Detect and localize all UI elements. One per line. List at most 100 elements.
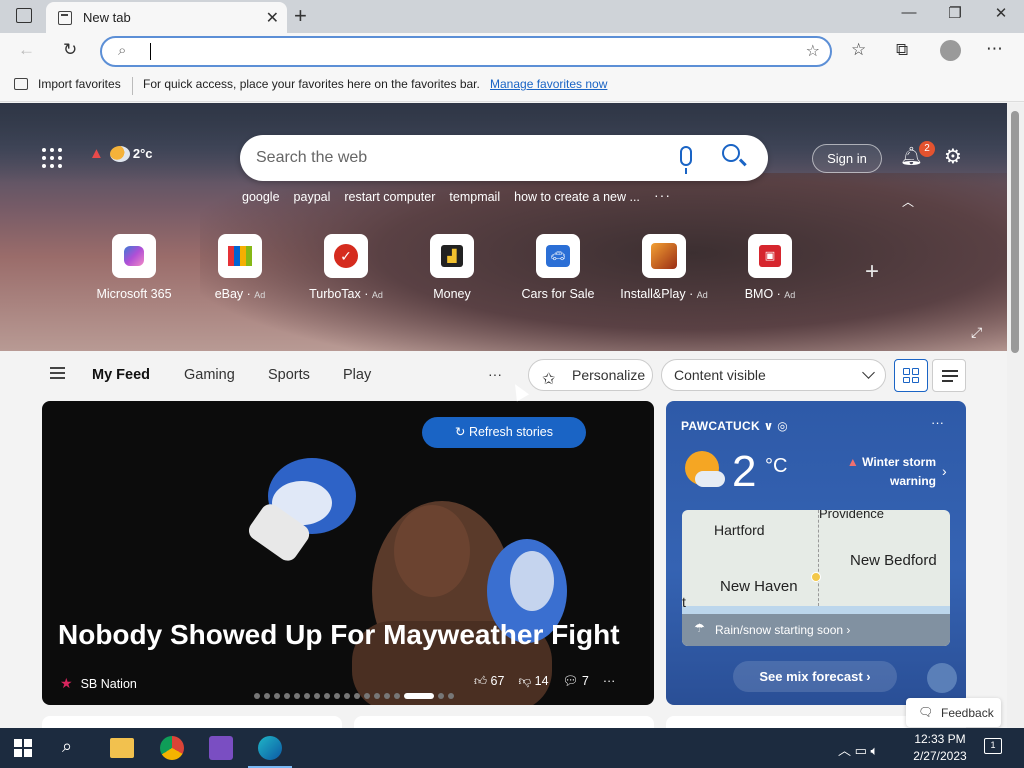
personalize-button[interactable]: ✩ Personalize bbox=[528, 359, 653, 391]
story-headline[interactable]: Nobody Showed Up For Mayweather Fight bbox=[58, 619, 620, 651]
quick-link-money[interactable]: ▟ Money bbox=[404, 234, 500, 301]
feedback-button[interactable]: 🗨︎ Feedback bbox=[906, 698, 1001, 727]
apps-launcher-icon[interactable] bbox=[42, 148, 62, 168]
story-more-icon[interactable]: ··· bbox=[603, 674, 616, 689]
comments-button[interactable]: 💬︎ 7 bbox=[563, 674, 589, 689]
weather-location[interactable]: PAWCATUCK ∨ ◎ bbox=[681, 419, 788, 433]
carousel-dot[interactable] bbox=[334, 693, 340, 699]
content-visibility-select[interactable]: Content visible bbox=[661, 359, 886, 391]
expand-icon[interactable]: ⤢ bbox=[971, 324, 982, 341]
chrome-icon[interactable] bbox=[160, 736, 184, 760]
favorites-icon[interactable]: ☆ bbox=[851, 40, 866, 60]
carousel-dot[interactable] bbox=[254, 693, 260, 699]
gear-icon[interactable]: ⚙ bbox=[944, 144, 962, 169]
carousel-dot[interactable] bbox=[374, 693, 380, 699]
carousel-indicator[interactable] bbox=[254, 693, 454, 699]
collections-icon[interactable]: ⧉ bbox=[896, 40, 908, 60]
manage-favorites-link[interactable]: Manage favorites now bbox=[490, 77, 607, 91]
add-site-icon[interactable]: + bbox=[865, 258, 879, 286]
weather-unit[interactable]: °C bbox=[765, 455, 787, 478]
quick-link-ebay[interactable]: eBay · Ad bbox=[192, 234, 288, 301]
trending-item[interactable]: paypal bbox=[294, 190, 331, 204]
precipitation-banner[interactable]: ☂ Rain/snow starting soon › bbox=[682, 614, 950, 646]
like-button[interactable]: 👍︎ 67 bbox=[474, 674, 504, 689]
import-favorites-button[interactable]: Import favorites bbox=[14, 77, 121, 91]
dislike-button[interactable]: 👎︎ 14 bbox=[518, 674, 548, 689]
trending-more-icon[interactable]: ··· bbox=[654, 187, 671, 203]
weather-thumbnail[interactable] bbox=[927, 663, 957, 693]
story-source[interactable]: ★ SB Nation bbox=[60, 675, 137, 692]
grid-layout-button[interactable] bbox=[894, 359, 928, 392]
top-story-card[interactable]: ↻ Refresh stories Nobody Showed Up For M… bbox=[42, 401, 654, 705]
tab-new-tab[interactable]: New tab ✕ bbox=[46, 2, 287, 33]
edge-icon[interactable] bbox=[258, 736, 282, 760]
quick-link-bmo[interactable]: ▣ BMO · Ad bbox=[722, 234, 818, 301]
sign-in-button[interactable]: Sign in bbox=[812, 144, 882, 173]
tab-my-feed[interactable]: My Feed bbox=[92, 367, 150, 383]
close-window-icon[interactable]: ✕ bbox=[986, 4, 1016, 22]
carousel-dot[interactable] bbox=[384, 693, 390, 699]
carousel-dot[interactable] bbox=[264, 693, 270, 699]
new-tab-button[interactable]: + bbox=[294, 3, 307, 29]
refresh-stories-button[interactable]: ↻ Refresh stories bbox=[422, 417, 586, 448]
taskbar-clock[interactable]: 12:33 PM 2/27/2023 bbox=[910, 731, 970, 765]
tab-actions-icon[interactable] bbox=[16, 8, 32, 23]
refresh-icon[interactable]: ↻ bbox=[63, 40, 77, 60]
microphone-icon[interactable] bbox=[680, 146, 692, 174]
system-tray[interactable]: ︿ ▭ 🔈︎ bbox=[838, 740, 878, 759]
weather-card[interactable]: PAWCATUCK ∨ ◎ ··· 2 °C ▲ Winter storm wa… bbox=[666, 401, 966, 705]
web-search-box[interactable]: Search the web bbox=[240, 135, 768, 181]
carousel-dot[interactable] bbox=[304, 693, 310, 699]
list-layout-button[interactable] bbox=[932, 359, 966, 392]
quick-link-cars-for-sale[interactable]: 🚗︎ Cars for Sale bbox=[510, 234, 606, 301]
carousel-dot[interactable] bbox=[274, 693, 280, 699]
carousel-dot[interactable] bbox=[394, 693, 400, 699]
weather-alert[interactable]: ▲ Winter storm warning bbox=[844, 453, 936, 491]
carousel-dot[interactable] bbox=[344, 693, 350, 699]
trending-item[interactable]: how to create a new ... bbox=[514, 190, 640, 204]
chevron-up-icon[interactable]: ︿ bbox=[902, 193, 914, 210]
trending-item[interactable]: tempmail bbox=[449, 190, 500, 204]
trending-item[interactable]: restart computer bbox=[344, 190, 435, 204]
page-scrollbar[interactable] bbox=[1007, 103, 1024, 728]
carousel-dot-active[interactable] bbox=[404, 693, 434, 699]
carousel-dot[interactable] bbox=[324, 693, 330, 699]
quick-link-turbotax[interactable]: ✓ TurboTax · Ad bbox=[298, 234, 394, 301]
tab-sports[interactable]: Sports bbox=[268, 367, 310, 383]
address-bar[interactable]: ⌕ ☆ bbox=[100, 36, 832, 67]
weather-more-icon[interactable]: ··· bbox=[931, 415, 944, 430]
quick-link-microsoft-365[interactable]: Microsoft 365 bbox=[86, 234, 182, 301]
hamburger-menu-icon[interactable] bbox=[50, 367, 65, 379]
carousel-dot[interactable] bbox=[314, 693, 320, 699]
carousel-dot[interactable] bbox=[438, 693, 444, 699]
settings-more-icon[interactable]: ⋯ bbox=[986, 39, 1003, 59]
quick-link-install-and-play[interactable]: Install&Play · Ad bbox=[616, 234, 712, 301]
carousel-dot[interactable] bbox=[284, 693, 290, 699]
file-explorer-icon[interactable] bbox=[110, 738, 134, 758]
locate-icon[interactable]: ◎ bbox=[777, 419, 788, 433]
back-icon[interactable]: ← bbox=[18, 40, 35, 60]
tab-gaming[interactable]: Gaming bbox=[184, 367, 235, 383]
carousel-dot[interactable] bbox=[294, 693, 300, 699]
tab-close-icon[interactable]: ✕ bbox=[266, 8, 279, 28]
see-forecast-button[interactable]: See mix forecast › bbox=[733, 661, 897, 692]
notification-center-icon[interactable]: 1 bbox=[984, 738, 1002, 754]
restore-icon[interactable]: ❐ bbox=[940, 4, 970, 22]
windows-start-icon[interactable] bbox=[14, 739, 32, 757]
profile-avatar[interactable] bbox=[940, 40, 961, 61]
trending-item[interactable]: google bbox=[242, 190, 280, 204]
weather-mini[interactable]: ▲ 2°c bbox=[89, 145, 153, 162]
carousel-dot[interactable] bbox=[364, 693, 370, 699]
add-favorite-icon[interactable]: ☆ bbox=[806, 41, 820, 61]
minimize-icon[interactable]: — bbox=[894, 4, 924, 21]
carousel-dot[interactable] bbox=[448, 693, 454, 699]
search-icon[interactable] bbox=[722, 144, 740, 162]
visual-studio-icon[interactable] bbox=[209, 736, 233, 760]
weather-map[interactable]: Hartford Providence New Bedford New Have… bbox=[682, 510, 950, 646]
chevron-right-icon[interactable]: › bbox=[942, 463, 947, 479]
carousel-dot[interactable] bbox=[354, 693, 360, 699]
feed-more-icon[interactable]: ··· bbox=[488, 366, 502, 382]
scrollbar-thumb[interactable] bbox=[1011, 111, 1019, 353]
search-icon[interactable]: ⌕ bbox=[62, 736, 86, 760]
tab-play[interactable]: Play bbox=[343, 367, 371, 383]
